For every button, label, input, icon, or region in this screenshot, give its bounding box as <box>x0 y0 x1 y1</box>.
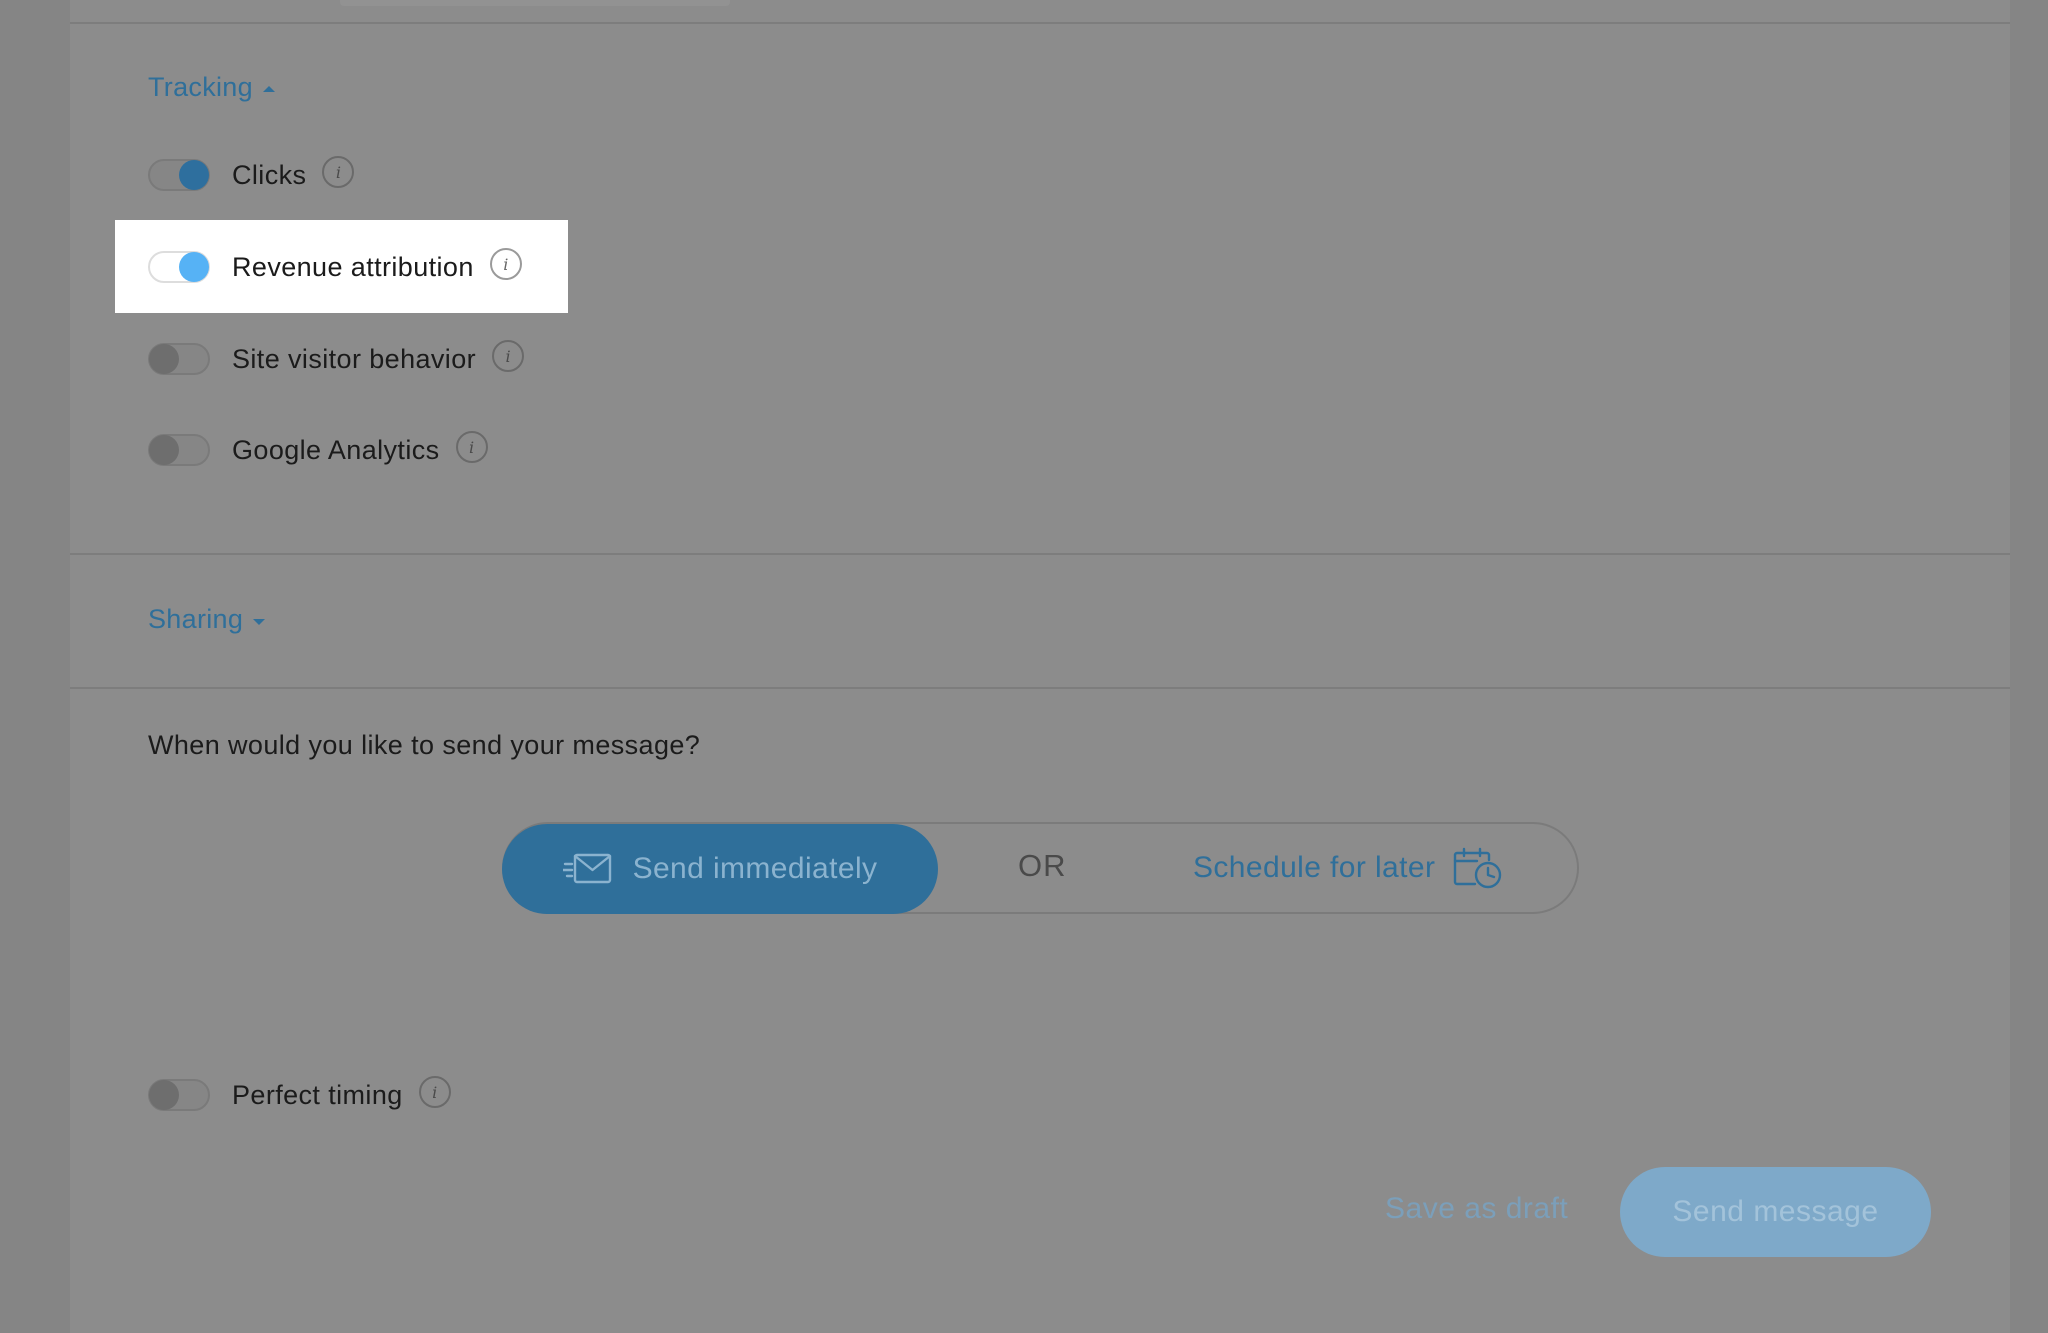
send-timing-question: When would you like to send your message… <box>148 730 701 760</box>
schedule-for-later-label: Schedule for later <box>1193 851 1436 884</box>
perfect-timing-toggle[interactable] <box>148 1079 210 1111</box>
info-icon[interactable]: i <box>489 248 522 280</box>
settings-panel <box>70 0 2010 1333</box>
info-icon[interactable]: i <box>322 156 355 188</box>
google-analytics-label: Google Analytics <box>232 434 440 465</box>
revenue-attribution-toggle[interactable] <box>148 251 210 283</box>
tracking-section-toggle[interactable]: Tracking <box>148 72 275 103</box>
right-backdrop <box>2010 0 2048 1333</box>
top-tab-remnant <box>340 0 730 6</box>
info-icon[interactable]: i <box>455 431 488 463</box>
divider-top <box>70 22 2010 24</box>
or-separator: OR <box>1018 848 1067 883</box>
site-visitor-behavior-label: Site visitor behavior <box>232 343 477 374</box>
tracking-row-google-analytics: Google Analytics i <box>148 430 488 470</box>
tracking-row-clicks: Clicks i <box>148 155 355 195</box>
toggle-knob <box>179 252 209 282</box>
tracking-row-revenue-attribution: Revenue attribution i <box>148 247 522 287</box>
left-backdrop <box>0 0 70 1333</box>
info-icon[interactable]: i <box>418 1076 451 1108</box>
send-message-button[interactable]: Send message <box>1620 1167 1931 1257</box>
site-visitor-behavior-toggle[interactable] <box>148 343 210 375</box>
tracking-title: Tracking <box>148 72 253 102</box>
caret-down-icon <box>253 618 266 625</box>
info-icon[interactable]: i <box>492 340 525 372</box>
divider-tracking <box>70 553 2010 555</box>
send-immediately-label: Send immediately <box>632 852 878 885</box>
envelope-icon <box>562 853 611 884</box>
toggle-knob <box>149 1080 179 1110</box>
clicks-toggle[interactable] <box>148 159 210 191</box>
clicks-label: Clicks <box>232 159 307 190</box>
google-analytics-toggle[interactable] <box>148 434 210 466</box>
toggle-knob <box>149 435 179 465</box>
sharing-title: Sharing <box>148 604 244 634</box>
schedule-for-later-button[interactable]: Schedule for later <box>1193 846 1503 890</box>
sharing-section-toggle[interactable]: Sharing <box>148 604 266 635</box>
toggle-knob <box>149 344 179 374</box>
send-immediately-button[interactable]: Send immediately <box>502 824 938 914</box>
tracking-row-site-visitor-behavior: Site visitor behavior i <box>148 339 525 379</box>
perfect-timing-label: Perfect timing <box>232 1079 403 1110</box>
calendar-clock-icon <box>1454 847 1502 889</box>
divider-sharing <box>70 687 2010 689</box>
revenue-attribution-label: Revenue attribution <box>232 251 474 282</box>
perfect-timing-row: Perfect timing i <box>148 1075 451 1115</box>
toggle-knob <box>179 160 209 190</box>
caret-up-icon <box>262 85 275 92</box>
save-as-draft-button[interactable]: Save as draft <box>1385 1192 1568 1226</box>
